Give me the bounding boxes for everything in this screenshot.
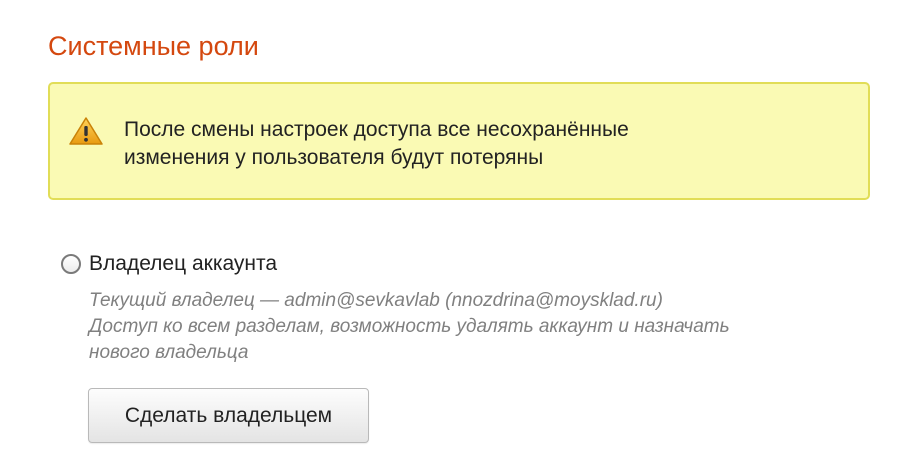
- account-owner-label[interactable]: Владелец аккаунта: [89, 252, 277, 276]
- warning-message: После смены настроек доступа все несохра…: [124, 116, 824, 172]
- warning-banner: После смены настроек доступа все несохра…: [48, 82, 870, 200]
- owner-access-text-line-2: нового владельца: [89, 342, 249, 363]
- warning-icon: [69, 117, 103, 145]
- system-roles-page: Системные роли После смены настроек дост…: [0, 0, 898, 468]
- warning-message-line-1: После смены настроек доступа все несохра…: [124, 118, 629, 141]
- account-owner-description: Текущий владелец — admin@sevkavlab (nnoz…: [89, 288, 869, 366]
- account-owner-option[interactable]: Владелец аккаунта: [61, 250, 277, 278]
- current-owner-text: Текущий владелец — admin@sevkavlab (nnoz…: [89, 290, 663, 311]
- warning-message-line-2: изменения у пользователя будут потеряны: [124, 146, 544, 169]
- section-title: Системные роли: [48, 31, 259, 61]
- owner-access-text-line-1: Доступ ко всем разделам, возможность уда…: [89, 316, 730, 337]
- make-owner-button[interactable]: Сделать владельцем: [88, 388, 369, 443]
- account-owner-radio[interactable]: [61, 254, 81, 274]
